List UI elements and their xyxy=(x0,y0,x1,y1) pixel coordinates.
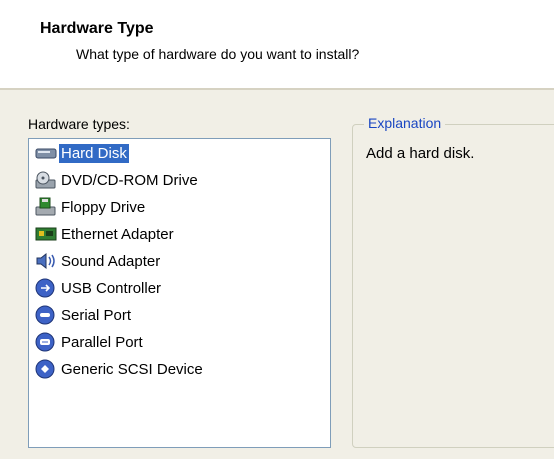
cd-drive-icon xyxy=(35,170,57,190)
floppy-drive-icon xyxy=(35,197,57,217)
list-item-hard-disk[interactable]: Hard Disk xyxy=(35,141,129,165)
network-adapter-icon xyxy=(35,224,57,244)
page-title: Hardware Type xyxy=(40,20,154,37)
explanation-text: Add a hard disk. xyxy=(366,145,475,162)
list-item-sound-adapter[interactable]: Sound Adapter xyxy=(35,249,162,273)
list-item-usb-controller[interactable]: USB Controller xyxy=(35,276,163,300)
list-item-parallel-port[interactable]: Parallel Port xyxy=(35,330,145,354)
parallel-port-icon xyxy=(35,332,57,352)
page-subtitle: What type of hardware do you want to ins… xyxy=(76,46,360,62)
list-item-ethernet-adapter[interactable]: Ethernet Adapter xyxy=(35,222,176,246)
list-item-generic-scsi-device[interactable]: Generic SCSI Device xyxy=(35,357,205,381)
scsi-icon xyxy=(35,359,57,379)
explanation-legend: Explanation xyxy=(364,115,446,131)
list-item-dvd-cd-rom-drive[interactable]: DVD/CD-ROM Drive xyxy=(35,168,200,192)
hard-disk-icon xyxy=(35,143,57,163)
hardware-types-list[interactable]: Hard Disk DVD/CD-ROM Drive Floppy Drive … xyxy=(28,138,331,448)
usb-icon xyxy=(35,278,57,298)
speaker-icon xyxy=(35,251,57,271)
wizard-header: Hardware Type What type of hardware do y… xyxy=(0,0,554,90)
hardware-types-label: Hardware types: xyxy=(28,116,130,132)
serial-port-icon xyxy=(35,305,57,325)
list-item-floppy-drive[interactable]: Floppy Drive xyxy=(35,195,147,219)
list-item-serial-port[interactable]: Serial Port xyxy=(35,303,133,327)
explanation-groupbox xyxy=(352,124,554,448)
